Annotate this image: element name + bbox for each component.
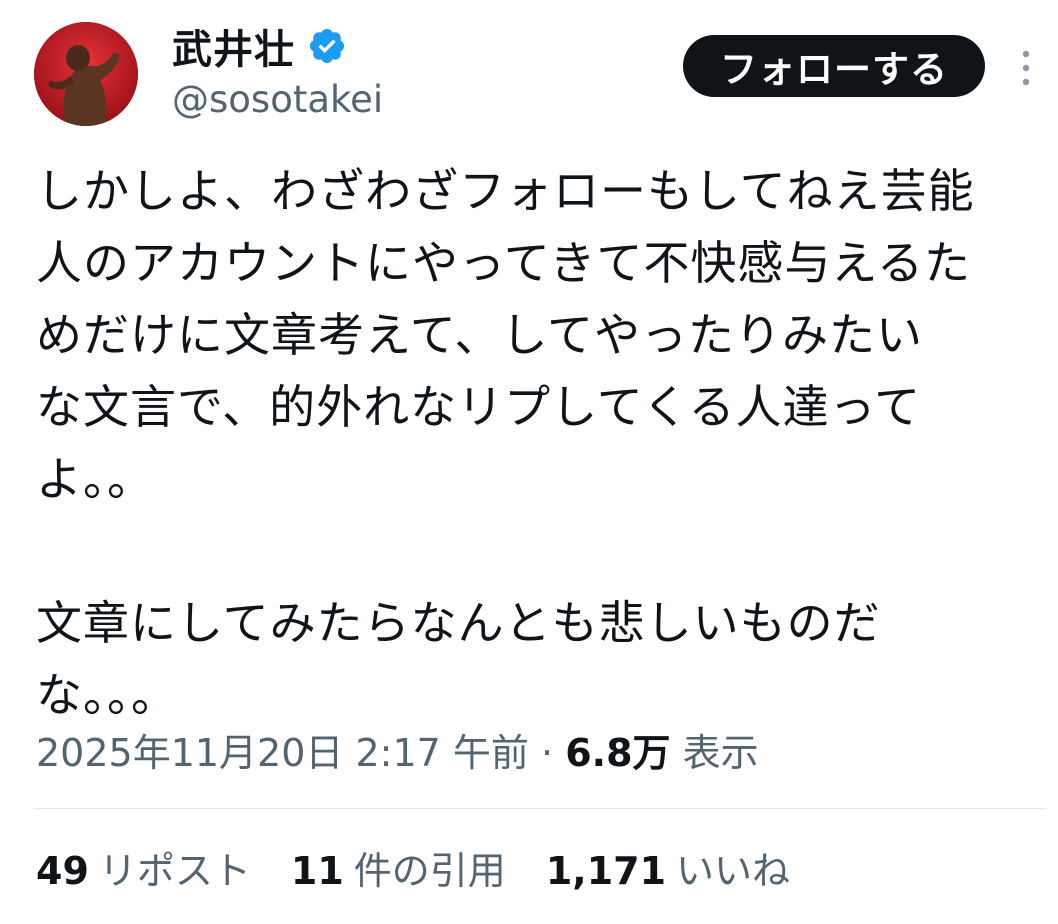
more-options-icon[interactable]: [1014, 48, 1038, 88]
author-display-name[interactable]: 武井壮: [172, 17, 295, 75]
engagement-stats: 49 リポスト 11 件の引用 1,171 いいね: [36, 840, 830, 895]
quotes-count: 11: [290, 849, 344, 893]
reposts-stat[interactable]: 49 リポスト: [36, 840, 251, 895]
likes-label: いいね: [676, 849, 791, 893]
quotes-stat[interactable]: 11 件の引用: [291, 840, 506, 895]
likes-stat[interactable]: 1,171 いいね: [546, 840, 790, 895]
follow-button[interactable]: フォローする: [683, 35, 985, 97]
quotes-label: 件の引用: [353, 849, 506, 893]
reposts-label: リポスト: [98, 849, 251, 893]
meta-separator: ·: [541, 731, 554, 775]
avatar[interactable]: [34, 22, 138, 126]
tweet-text: しかしよ、わざわざフォローもしてねえ芸能 人のアカウントにやってきて不快感与える…: [36, 164, 975, 722]
tweet-meta: 2025年11月20日 2:17 午前 · 6.8万 表示: [36, 722, 759, 777]
author-name-row[interactable]: 武井壮: [172, 22, 347, 73]
views-count: 6.8万: [565, 731, 671, 775]
divider: [34, 808, 1046, 809]
reposts-count: 49: [36, 849, 89, 893]
tweet-timestamp[interactable]: 2025年11月20日 2:17 午前: [36, 731, 529, 775]
likes-count: 1,171: [545, 849, 667, 893]
author-handle[interactable]: @sosotakei: [172, 78, 383, 121]
views-label: 表示: [682, 731, 759, 775]
verified-badge-icon: [309, 28, 345, 64]
avatar-photo: [34, 22, 138, 126]
